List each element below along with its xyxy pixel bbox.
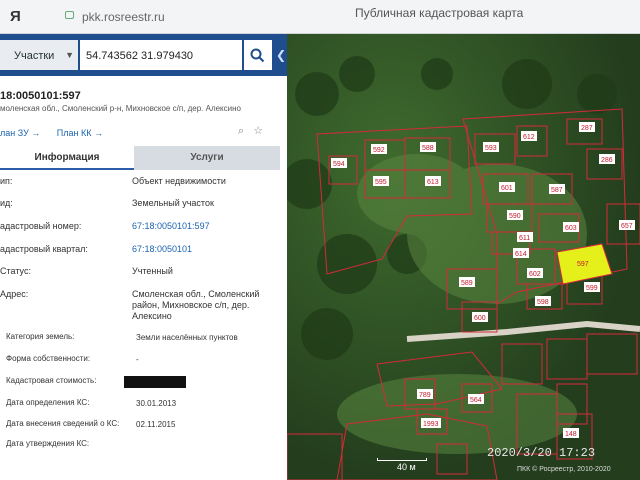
info-row-key: Дата определения КС: [6,398,90,407]
search-type-select[interactable]: Участки ▼ [0,40,78,70]
panel-actions: ⌕ ☆ [238,124,269,138]
search-header: Участки ▼ 54.743562 31.979430 ❮ [0,34,287,76]
parcel-label: 600 [474,315,486,322]
map-canvas[interactable]: 594 592 588 595 613 593 612 287 601 587 … [287,34,640,480]
browser-top-bar: Я pkk.rosreestr.ru Публичная кадастровая… [0,0,640,34]
info-row-key: Статус: [0,266,31,276]
info-row-key: Дата внесения сведений о КС: [6,419,120,428]
info-row-value: 30.01.2013 [136,399,177,408]
info-row-key: Адрес: [0,289,29,299]
info-row-key: Дата утверждения КС: [6,439,90,448]
parcel-label: 593 [485,145,497,152]
search-input[interactable]: 54.743562 31.979430 [80,40,242,70]
parcel-label: 592 [373,147,385,154]
cadastral-quarter-link[interactable]: 67:18:0050101 [132,244,282,255]
cadastral-map[interactable]: 594 592 588 595 613 593 612 287 601 587 … [287,34,640,480]
parcel-label: 611 [519,235,530,242]
plan-links: лан ЗУ → План КК → [0,128,117,138]
info-row-value: Смоленская обл., Смоленский район, Михно… [132,289,260,321]
map-scale-label: 40 м [397,462,416,472]
tab-information[interactable]: Информация [0,146,134,170]
parcel-label: 148 [565,431,577,438]
map-copyright: ПКК © Росреестр, 2010-2020 [517,466,611,473]
redacted-value [124,376,186,388]
search-type-label: Участки [14,50,55,62]
parcel-label: 286 [601,157,613,164]
parcel-label: 598 [537,299,549,306]
cadastral-number-link[interactable]: 67:18:0050101:597 [132,221,282,232]
parcel-label: 601 [501,185,513,192]
info-row-key: Кадастровая стоимость: [6,376,97,385]
parcel-label: 595 [375,179,387,186]
lock-icon [65,11,74,19]
yandex-browser-icon[interactable]: Я [10,8,21,25]
info-row: Дата определения КС: 30.01.2013 [0,398,285,418]
collapse-panel-icon[interactable]: ❮ [276,48,286,62]
info-row: Дата утверждения КС: [0,439,285,459]
info-row-value: Объект недвижимости [132,176,226,186]
parcel-address: моленская обл., Смоленский р-н, Михновск… [0,104,241,113]
star-icon[interactable]: ☆ [253,125,263,137]
parcel-label: 599 [586,285,598,292]
parcel-label: 614 [515,251,527,258]
chevron-down-icon: ▼ [65,50,74,60]
parcel-label: 287 [581,125,593,132]
address-bar[interactable]: pkk.rosreestr.ru [82,10,165,24]
info-tabs: Информация Услуги [0,146,280,170]
parcel-label: 588 [422,145,434,152]
parcel-label: 594 [333,161,345,168]
info-row-key: Форма собственности: [6,354,91,363]
parcel-label: 602 [529,271,541,278]
info-row: Дата внесения сведений о КС: 02.11.2015 [0,419,285,439]
search-icon [250,48,265,63]
info-row-value: - [136,355,139,364]
parcel-label: 657 [621,223,633,230]
parcel-label: 1993 [423,421,439,428]
tab-services[interactable]: Услуги [134,146,280,170]
info-row-value: 02.11.2015 [136,420,176,429]
info-row: адастровый квартал: 67:18:0050101 [0,244,285,264]
parcel-label: 587 [551,187,563,194]
plan-zu-link[interactable]: лан ЗУ → [0,128,40,138]
info-row: ип: Объект недвижимости [0,176,285,196]
info-row-key: адастровый квартал: [0,244,88,254]
parcel-cadastral-number: 18:0050101:597 [0,90,81,102]
page-title: Публичная кадастровая карта [355,6,524,20]
info-row-value: Земельный участок [132,198,214,208]
parcel-label: 789 [419,392,431,399]
map-scale-bar [377,458,427,461]
parcel-label: 590 [509,213,521,220]
parcel-info-panel: 18:0050101:597 моленская обл., Смоленски… [0,76,287,480]
parcel-label-selected: 597 [577,261,589,268]
search-button[interactable] [244,40,272,70]
info-row: Форма собственности: - [0,354,285,374]
parcel-label: 603 [565,225,577,232]
photo-timestamp: 2020/3/20 17:23 [487,446,596,460]
info-row-key: ип: [0,176,13,186]
info-row: Статус: Учтенный [0,266,285,286]
info-row-value: Земли населённых пунктов [136,333,238,342]
parcel-label: 589 [461,280,473,287]
info-row: Кадастровая стоимость: [0,376,285,396]
info-row: ид: Земельный участок [0,198,285,218]
plan-kk-link[interactable]: План КК → [57,128,103,138]
parcel-label: 612 [523,134,535,141]
info-row-key: Категория земель: [6,332,75,341]
info-row-key: ид: [0,198,13,208]
info-row: адастровый номер: 67:18:0050101:597 [0,221,285,241]
info-row: Адрес: Смоленская обл., Смоленский район… [0,289,285,329]
info-row-key: адастровый номер: [0,221,82,231]
parcel-label: 564 [470,397,482,404]
zoom-to-icon[interactable]: ⌕ [238,125,244,137]
info-row-value: Учтенный [132,266,173,276]
parcel-label: 613 [427,179,439,186]
info-row: Категория земель: Земли населённых пункт… [0,332,285,352]
